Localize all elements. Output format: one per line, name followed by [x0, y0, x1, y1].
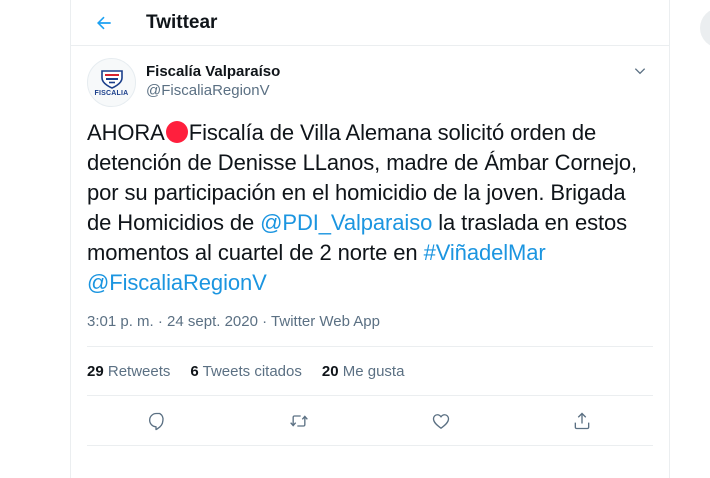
- page-title: Twittear: [146, 11, 218, 33]
- likes-label: Me gusta: [342, 362, 405, 380]
- tweet-time[interactable]: 3:01 p. m.: [87, 313, 154, 330]
- chevron-down-icon: [634, 68, 646, 75]
- fiscalia-logo-icon: [100, 69, 123, 89]
- tweet-source[interactable]: Twitter Web App: [271, 313, 380, 330]
- like-button[interactable]: [421, 401, 461, 441]
- retweets-label: Retweets: [107, 362, 171, 380]
- avatar-label: FISCALIA: [94, 89, 129, 97]
- likes-count: 20: [321, 362, 339, 380]
- arrow-left-icon: [97, 16, 111, 29]
- search-field-edge[interactable]: [700, 8, 710, 48]
- reply-icon: [148, 412, 164, 430]
- retweets-count: 29: [87, 362, 104, 380]
- avatar[interactable]: FISCALIA: [87, 58, 136, 107]
- tweet-text: AHORA Fiscalía de Villa Alemana solicitó …: [87, 118, 653, 298]
- quotes-label: Tweets citados: [202, 362, 302, 380]
- quotes-stat[interactable]: 6 Tweets citados: [190, 363, 301, 380]
- quotes-count: 6: [190, 362, 199, 380]
- tweet-text-prefix: AHORA: [87, 120, 165, 145]
- tweet: FISCALIA Fiscalía Valparaíso @FiscaliaRe…: [71, 58, 669, 446]
- share-icon: [574, 412, 590, 429]
- author-handle[interactable]: @FiscaliaRegionV: [146, 81, 280, 100]
- back-button[interactable]: [81, 3, 127, 43]
- reply-button[interactable]: [138, 401, 178, 441]
- main-column: Twittear FISCALIA Fiscalía Valparaíso @F…: [70, 0, 670, 478]
- hashtag-link[interactable]: #ViñadelMar: [424, 240, 546, 265]
- tweet-stats: 29 Retweets 6 Tweets citados 20 Me gusta: [87, 346, 653, 395]
- mention-fiscalia-link[interactable]: @FiscaliaRegionV: [87, 270, 267, 295]
- retweets-stat[interactable]: 29 Retweets: [87, 363, 170, 380]
- author-row: FISCALIA Fiscalía Valparaíso @FiscaliaRe…: [87, 58, 653, 107]
- retweet-icon: [290, 414, 309, 427]
- meta-separator: ·: [153, 313, 168, 330]
- heart-icon: [432, 413, 449, 429]
- likes-stat[interactable]: 20 Me gusta: [322, 363, 405, 380]
- header: Twittear: [71, 0, 669, 46]
- tweet-actions: [87, 395, 653, 445]
- red-circle-emoji: [165, 121, 188, 143]
- share-button[interactable]: [562, 401, 602, 441]
- meta-separator: ·: [257, 313, 272, 330]
- author-names: Fiscalía Valparaíso @FiscaliaRegionV: [146, 58, 280, 107]
- tweet-meta: 3:01 p. m. · 24 sept. 2020 · Twitter Web…: [87, 312, 653, 332]
- retweet-button[interactable]: [279, 401, 319, 441]
- mention-pdi-link[interactable]: @PDI_Valparaiso: [260, 210, 432, 235]
- author-name[interactable]: Fiscalía Valparaíso: [146, 62, 280, 81]
- divider: [87, 445, 653, 446]
- more-options-button[interactable]: [629, 60, 651, 82]
- tweet-date[interactable]: 24 sept. 2020: [167, 313, 258, 330]
